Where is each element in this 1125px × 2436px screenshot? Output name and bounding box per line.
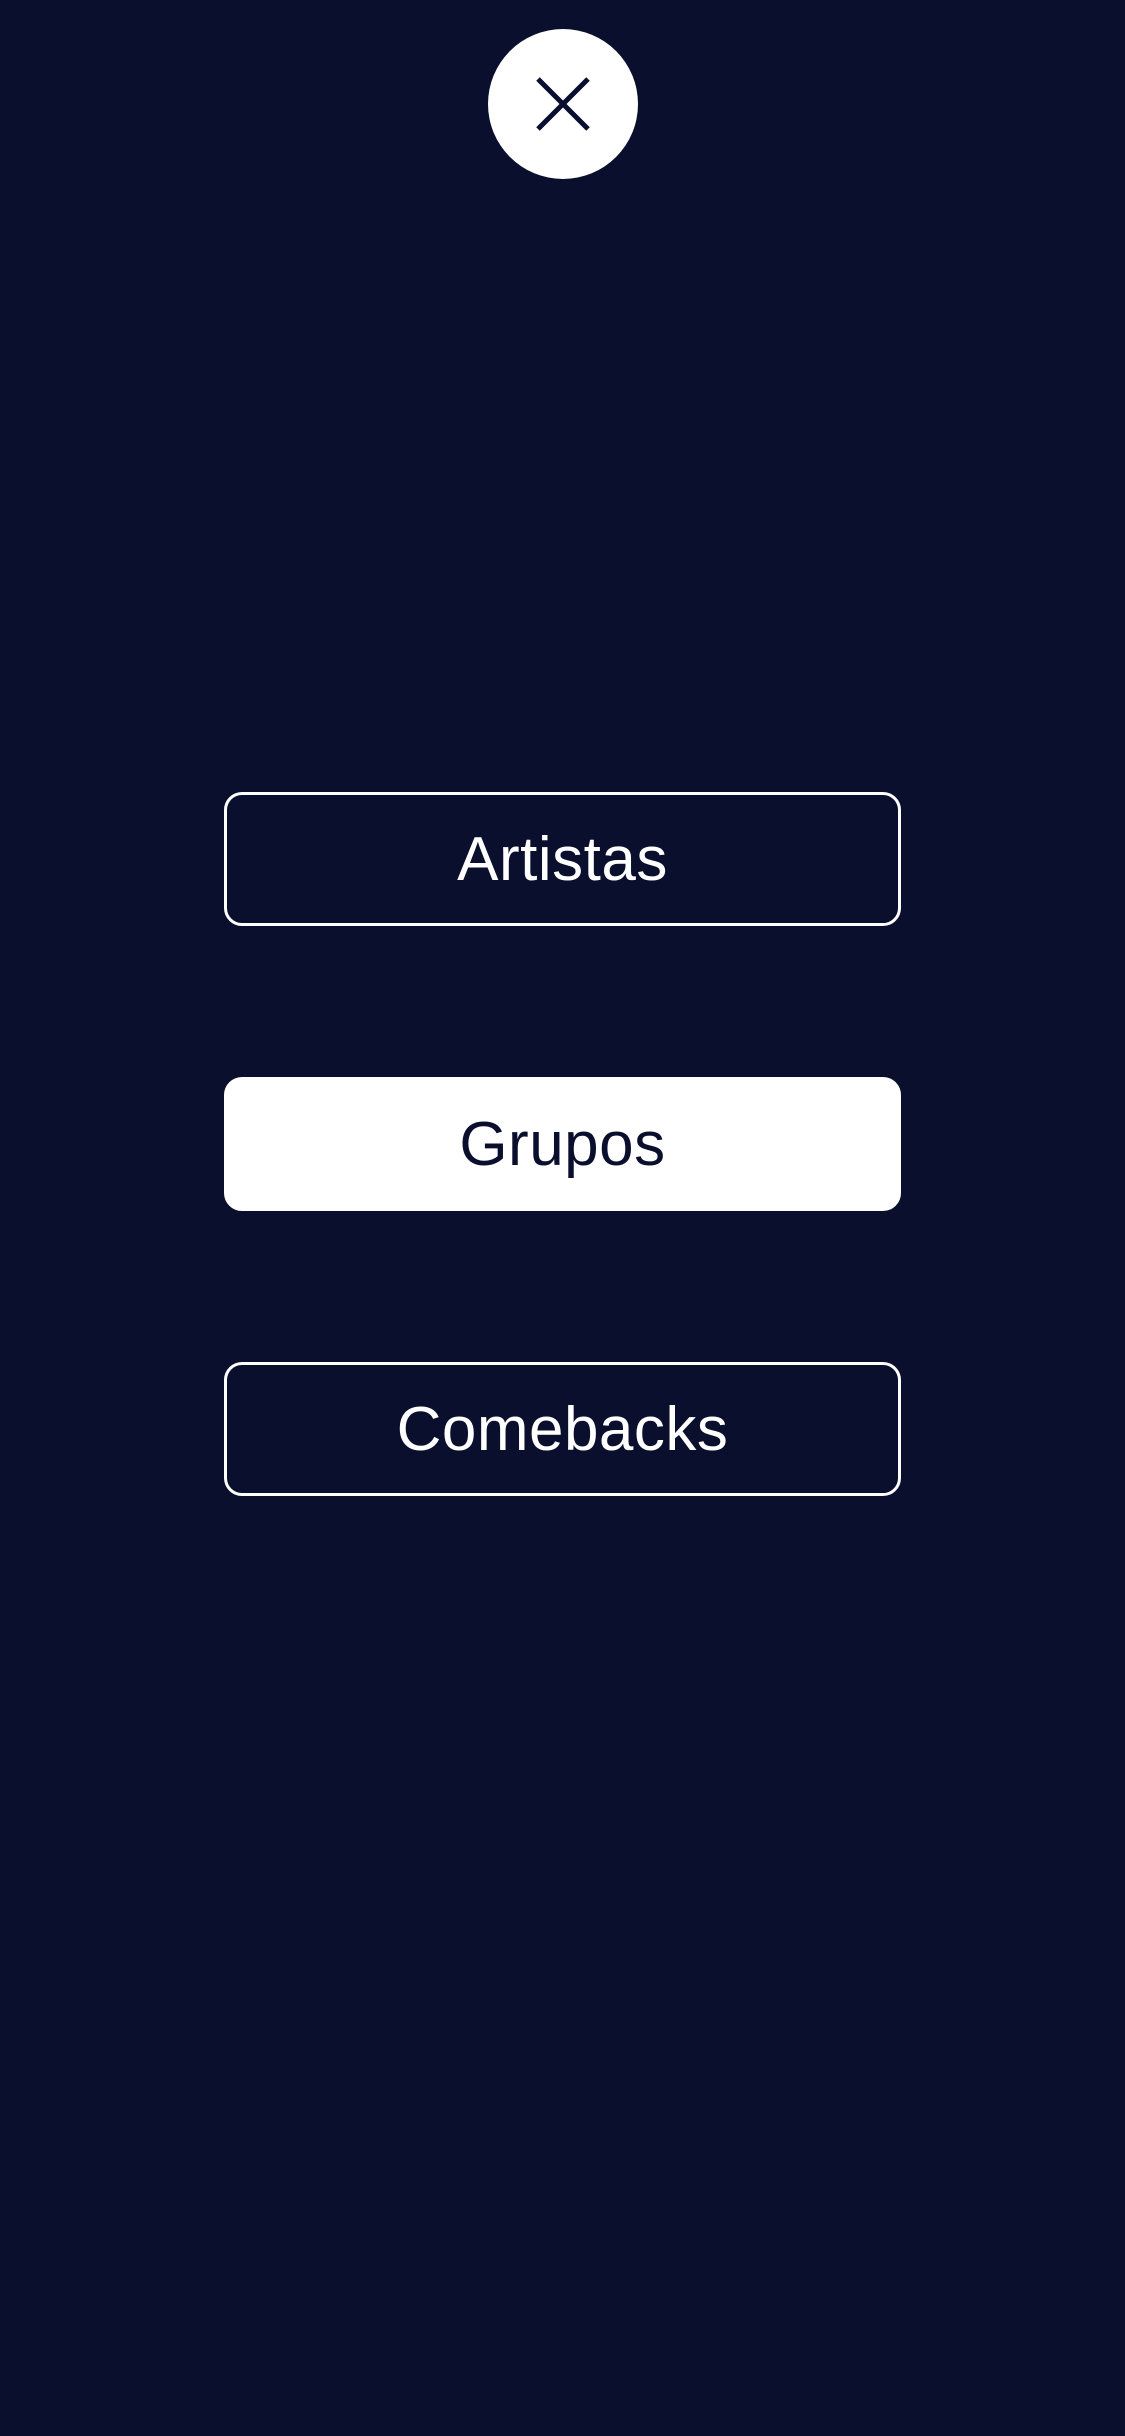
close-button[interactable] xyxy=(488,29,638,179)
comebacks-button[interactable]: Comebacks xyxy=(224,1362,901,1496)
comebacks-button-label: Comebacks xyxy=(396,1394,729,1464)
grupos-button[interactable]: Grupos xyxy=(224,1077,901,1211)
artistas-button-label: Artistas xyxy=(457,824,668,894)
artistas-button[interactable]: Artistas xyxy=(224,792,901,926)
grupos-button-label: Grupos xyxy=(459,1109,666,1179)
close-icon xyxy=(536,77,590,131)
